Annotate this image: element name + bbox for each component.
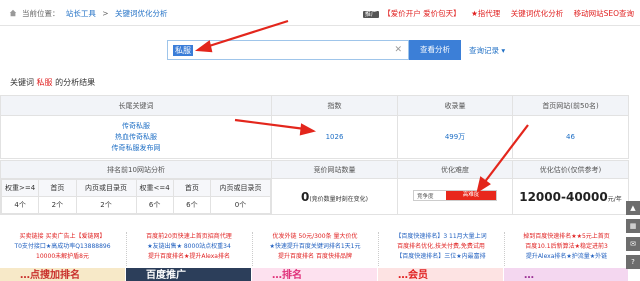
annotation-arrows — [194, 19, 529, 194]
annotation-arrow — [205, 19, 289, 49]
annotation-arrow — [483, 124, 529, 184]
annotation-arrowhead — [194, 40, 213, 53]
annotation-arrowhead — [299, 123, 317, 136]
annotation-arrow — [234, 118, 306, 131]
